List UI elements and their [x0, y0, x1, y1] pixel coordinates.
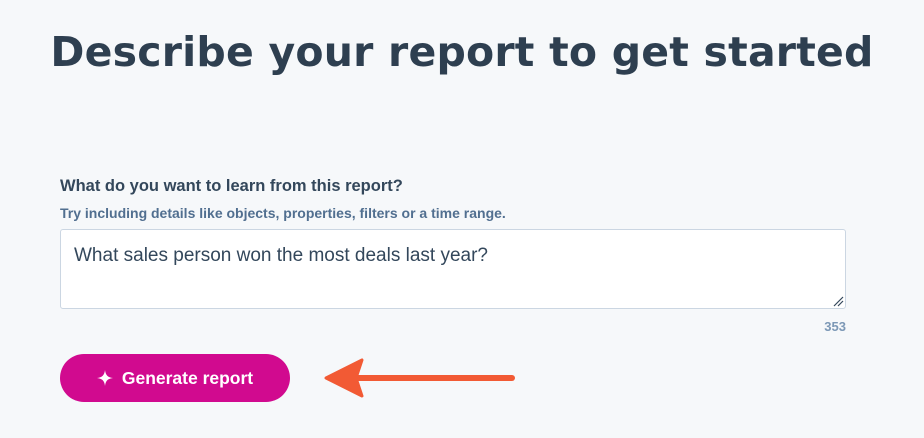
generate-report-button[interactable]: Generate report	[60, 354, 290, 402]
report-description-value: What sales person won the most deals las…	[74, 245, 488, 266]
report-builder-page: Describe your report to get started What…	[0, 0, 924, 438]
report-description-textarea[interactable]: What sales person won the most deals las…	[60, 229, 846, 309]
character-count: 353	[824, 319, 846, 334]
resize-handle-icon[interactable]	[832, 295, 844, 307]
generate-report-label: Generate report	[121, 368, 254, 388]
page-title: Describe your report to get started	[50, 28, 874, 76]
prompt-helper-text: Try including details like objects, prop…	[60, 205, 506, 221]
sparkle-icon	[96, 370, 113, 386]
prompt-label: What do you want to learn from this repo…	[60, 177, 403, 195]
arrow-left-icon	[324, 358, 515, 398]
